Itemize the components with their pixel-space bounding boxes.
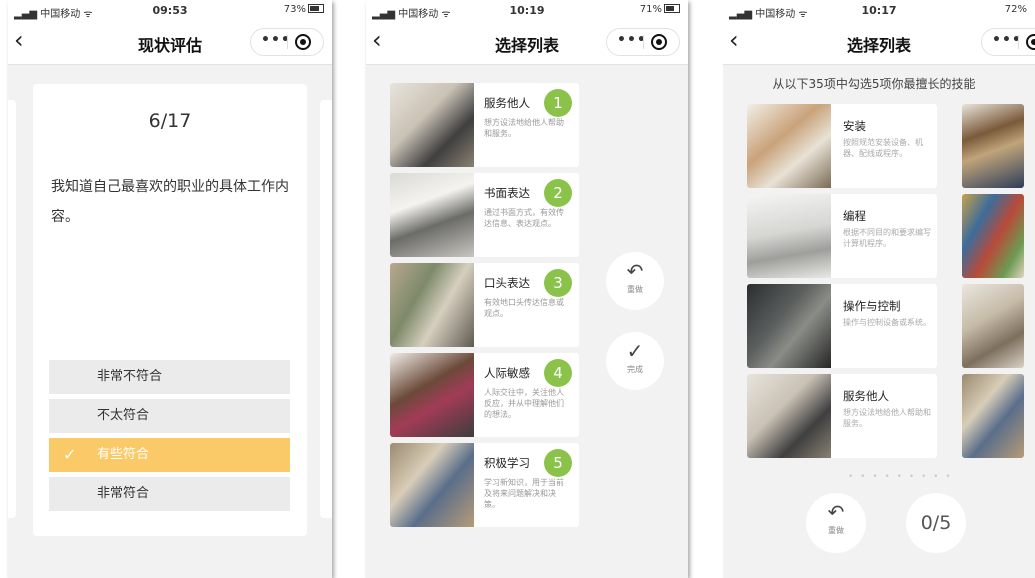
battery-indicator: 73% — [284, 4, 324, 15]
redo-label: 重做 — [627, 285, 643, 294]
photo-installation — [747, 104, 831, 188]
undo-icon: ↶ — [827, 500, 845, 524]
item-description: 通过书面方式，有效传达信息、表达观点。 — [484, 208, 564, 228]
mini-program-capsule: ••• — [606, 28, 680, 56]
selection-counter: 0/5 — [906, 493, 966, 553]
skill-title: 服务他人 — [843, 389, 889, 403]
selected-skill-item[interactable]: 积极学习 5 学习新知识，用于当前及将来问题解决和决策。 — [390, 443, 579, 527]
option-somewhat-consistent[interactable]: ✓ 有些符合 — [49, 438, 290, 472]
photo-classroom — [390, 443, 474, 527]
skill-card[interactable]: 安装 按照规范安装设备、机器、配线或程序。 — [747, 104, 937, 188]
close-program-icon[interactable] — [1026, 34, 1035, 50]
question-progress: 6/17 — [148, 110, 192, 132]
status-bar: ▂▄▆ 中国移动 ᯤ 10:17 72% — [723, 0, 1035, 20]
selected-skill-item[interactable]: 人际敏感 4 人际交往中，关注他人反应，并从中理解他们的想法。 — [390, 353, 579, 437]
photo-students-walking — [390, 263, 474, 347]
redo-label: 重做 — [828, 526, 844, 535]
mini-program-capsule: ••• — [250, 28, 324, 56]
item-title: 积极学习 — [484, 456, 530, 470]
page-indicator: • • • • • • • • • — [848, 472, 953, 482]
status-bar: ▂▄▆ 中国移动 ᯤ 09:53 73% — [8, 0, 332, 20]
skill-card[interactable]: 编程 根据不同目的和要求编写计算机程序。 — [747, 194, 937, 278]
item-title: 人际敏感 — [484, 366, 530, 380]
photo-conversation — [390, 353, 474, 437]
photo-businesswoman — [390, 83, 474, 167]
item-title: 书面表达 — [484, 186, 530, 200]
skill-title: 安装 — [843, 119, 866, 133]
skill-card-peek[interactable] — [962, 284, 1024, 368]
photo-writing — [390, 173, 474, 257]
skill-description: 根据不同目的和要求编写计算机程序。 — [843, 228, 931, 248]
capsule-divider — [287, 35, 288, 49]
item-order-badge: 1 — [544, 89, 572, 117]
next-card-peek — [320, 100, 332, 518]
check-icon: ✓ — [626, 339, 644, 363]
option-label: 有些符合 — [97, 447, 150, 462]
item-description: 想方设法地给他人帮助和服务。 — [484, 118, 564, 138]
check-icon: ✓ — [63, 445, 77, 464]
capsule-divider — [643, 35, 644, 49]
close-program-icon[interactable] — [295, 34, 311, 50]
battery-icon — [308, 4, 324, 13]
option-label: 不太符合 — [97, 408, 150, 423]
capsule-divider — [1018, 35, 1019, 49]
status-bar: ▂▄▆ 中国移动 ᯤ 10:19 71% — [366, 0, 688, 20]
item-order-badge: 5 — [544, 449, 572, 477]
status-time: 10:17 — [861, 4, 897, 17]
item-description: 学习新知识，用于当前及将来问题解决和决策。 — [484, 478, 564, 509]
redo-button[interactable]: ↶ 重做 — [606, 252, 664, 310]
photo-businesswoman — [747, 374, 831, 458]
option-label: 非常符合 — [97, 486, 150, 501]
item-description: 人际交往中，关注他人反应，并从中理解他们的想法。 — [484, 388, 564, 419]
question-card: 6/17 我知道自己最喜欢的职业的具体工作内容。 非常不符合 不太符合 ✓ 有些… — [33, 84, 307, 536]
option-slightly-consistent[interactable]: 不太符合 — [49, 399, 290, 433]
nav-bar: ‹ 选择列表 ••• — [366, 20, 688, 65]
skill-description: 按照规范安装设备、机器、配线或程序。 — [843, 138, 923, 158]
mini-program-capsule: ••• — [981, 28, 1035, 56]
skill-title: 操作与控制 — [843, 299, 901, 313]
option-label: 非常不符合 — [97, 369, 163, 384]
item-description: 有效地口头传达信息或观点。 — [484, 298, 564, 318]
close-program-icon[interactable] — [651, 34, 667, 50]
skill-title: 编程 — [843, 209, 866, 223]
option-very-inconsistent[interactable]: 非常不符合 — [49, 360, 290, 394]
battery-icon — [664, 4, 680, 13]
undo-icon: ↶ — [626, 259, 644, 283]
skill-description: 操作与控制设备或系统。 — [843, 318, 931, 327]
question-text: 我知道自己最喜欢的职业的具体工作内容。 — [51, 179, 289, 225]
item-order-badge: 2 — [544, 179, 572, 207]
photo-programming — [747, 194, 831, 278]
item-order-badge: 4 — [544, 359, 572, 387]
selected-skill-item[interactable]: 口头表达 3 有效地口头传达信息或观点。 — [390, 263, 579, 347]
selected-skill-item[interactable]: 服务他人 1 想方设法地给他人帮助和服务。 — [390, 83, 579, 167]
selected-skill-item[interactable]: 书面表达 2 通过书面方式，有效传达信息、表达观点。 — [390, 173, 579, 257]
skill-card[interactable]: 操作与控制 操作与控制设备或系统。 — [747, 284, 937, 368]
battery-indicator: 72% — [1004, 4, 1027, 15]
item-title: 口头表达 — [484, 276, 530, 290]
skill-card-peek[interactable] — [962, 194, 1024, 278]
skill-card[interactable]: 服务他人 想方设法地给他人帮助和服务。 — [747, 374, 937, 458]
redo-button[interactable]: ↶ 重做 — [806, 493, 866, 553]
phone-assessment: ▂▄▆ 中国移动 ᯤ 09:53 73% ‹ 现状评估 ••• 6/17 我知道… — [8, 0, 332, 578]
item-title: 服务他人 — [484, 96, 530, 110]
item-order-badge: 3 — [544, 269, 572, 297]
skill-card-peek[interactable] — [962, 104, 1024, 188]
photo-control-room — [747, 284, 831, 368]
prev-card-peek — [8, 100, 16, 518]
skill-card-peek[interactable] — [962, 374, 1024, 458]
instruction-text: 从以下35项中勾选5项你最擅长的技能 — [772, 77, 976, 91]
battery-indicator: 71% — [640, 4, 680, 15]
skill-description: 想方设法地给他人帮助和服务。 — [843, 408, 931, 428]
nav-bar: ‹ 选择列表 ••• — [723, 20, 1035, 65]
done-label: 完成 — [627, 365, 643, 374]
option-very-consistent[interactable]: 非常符合 — [49, 477, 290, 511]
done-button[interactable]: ✓ 完成 — [606, 332, 664, 390]
nav-bar: ‹ 现状评估 ••• — [8, 20, 332, 65]
